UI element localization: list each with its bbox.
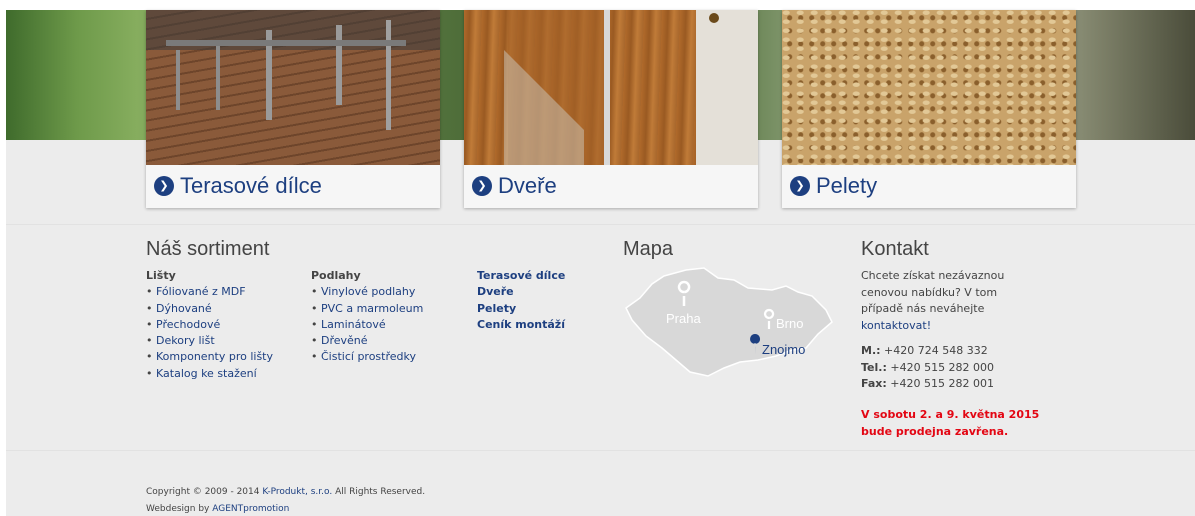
chevron-right-icon: ❯ (472, 176, 492, 196)
list-item[interactable]: • PVC a marmoleum (311, 301, 423, 317)
list-item[interactable]: • Čisticí prostředky (311, 349, 423, 365)
list-link[interactable]: Dekory lišt (156, 334, 215, 347)
card-image-pellets (782, 10, 1076, 165)
agency-link[interactable]: AGENTpromotion (212, 504, 289, 514)
map-city-znojmo: Znojmo (762, 342, 805, 357)
contact-intro: Chcete získat nezávaznou cenovou nabídku… (861, 269, 1005, 315)
contact-link[interactable]: kontaktovat! (861, 319, 931, 332)
contact-intro-block: Chcete získat nezávaznou cenovou nabídku… (861, 268, 1041, 334)
card-title[interactable]: Dveře (498, 173, 557, 199)
copyright: Copyright © 2009 - 2014 K-Produkt, s.r.o… (146, 487, 425, 497)
list-link[interactable]: Katalog ke stažení (156, 367, 257, 380)
extra-links: Terasové dílce Dveře Pelety Ceník montáž… (477, 268, 565, 333)
tel-label: Tel.: (861, 360, 887, 374)
floor-link[interactable]: Čisticí prostředky (321, 350, 416, 363)
chevron-right-icon: ❯ (154, 176, 174, 196)
list-item[interactable]: • Dřevěné (311, 333, 423, 349)
fax-number: +420 515 282 001 (890, 377, 994, 391)
list-item[interactable]: • Katalog ke stažení (146, 366, 273, 382)
card-title[interactable]: Pelety (816, 173, 877, 199)
webdesign-prefix: Webdesign by (146, 504, 210, 514)
copyright-suffix: All Rights Reserved. (335, 487, 426, 497)
floors-heading: Podlahy (311, 269, 361, 282)
lists-heading: Lišty (146, 269, 176, 282)
list-item[interactable]: • Vinylové podlahy (311, 284, 423, 300)
list-item[interactable]: • Laminátové (311, 317, 423, 333)
sortiment-heading: Náš sortiment (146, 238, 270, 260)
deck-chairs-graphic (146, 10, 440, 130)
list-item[interactable]: • Dýhované (146, 301, 273, 317)
mobile-number: +420 724 548 332 (884, 344, 988, 357)
card-image-deck (146, 10, 440, 165)
contact-phones: M.: +420 724 548 332 Tel.: +420 515 282 … (861, 343, 994, 393)
list-item[interactable]: • Dekory lišt (146, 333, 273, 349)
extra-link-pelety[interactable]: Pelety (477, 301, 565, 317)
card-pelety[interactable]: ❯ Pelety (782, 10, 1076, 208)
chevron-right-icon: ❯ (790, 176, 810, 196)
lists-group: Lišty • Fóliované z MDF • Dýhované • Pře… (146, 268, 273, 382)
floors-group: Podlahy • Vinylové podlahy • PVC a marmo… (311, 268, 423, 366)
divider (6, 450, 1195, 451)
webdesign-credit: Webdesign by AGENTpromotion (146, 504, 289, 514)
extra-link-terasove[interactable]: Terasové dílce (477, 268, 565, 284)
copyright-prefix: Copyright © 2009 - 2014 (146, 487, 260, 497)
list-item[interactable]: • Komponenty pro lišty (146, 349, 273, 365)
extra-link-cenik[interactable]: Ceník montáží (477, 317, 565, 333)
floor-link[interactable]: Vinylové podlahy (321, 285, 415, 298)
divider (6, 224, 1195, 225)
floor-link[interactable]: PVC a marmoleum (321, 302, 423, 315)
floor-link[interactable]: Dřevěné (321, 334, 368, 347)
card-title[interactable]: Terasové dílce (180, 173, 322, 199)
card-terasove-dilce[interactable]: ❯ Terasové dílce (146, 10, 440, 208)
extra-link-dvere[interactable]: Dveře (477, 284, 565, 300)
list-link[interactable]: Dýhované (156, 302, 212, 315)
list-item[interactable]: • Fóliované z MDF (146, 284, 273, 300)
map-city-brno: Brno (776, 316, 803, 331)
list-link[interactable]: Komponenty pro lišty (156, 350, 273, 363)
fax-label: Fax: (861, 377, 887, 391)
floor-link[interactable]: Laminátové (321, 318, 386, 331)
list-item[interactable]: • Přechodové (146, 317, 273, 333)
list-link[interactable]: Fóliované z MDF (156, 285, 246, 298)
czech-map[interactable]: Praha Brno Znojmo (622, 266, 834, 378)
map-city-praha: Praha (666, 311, 701, 326)
contact-heading: Kontakt (861, 238, 929, 260)
closure-notice: V sobotu 2. a 9. května 2015 bude prodej… (861, 408, 1040, 438)
mobile-label: M.: (861, 344, 881, 357)
tel-number: +420 515 282 000 (890, 360, 995, 374)
card-image-door (464, 10, 758, 165)
map-heading: Mapa (623, 238, 674, 260)
list-link[interactable]: Přechodové (156, 318, 220, 331)
door-graphic (504, 10, 758, 165)
company-link[interactable]: K-Produkt, s.r.o. (262, 487, 332, 497)
card-dvere[interactable]: ❯ Dveře (464, 10, 758, 208)
